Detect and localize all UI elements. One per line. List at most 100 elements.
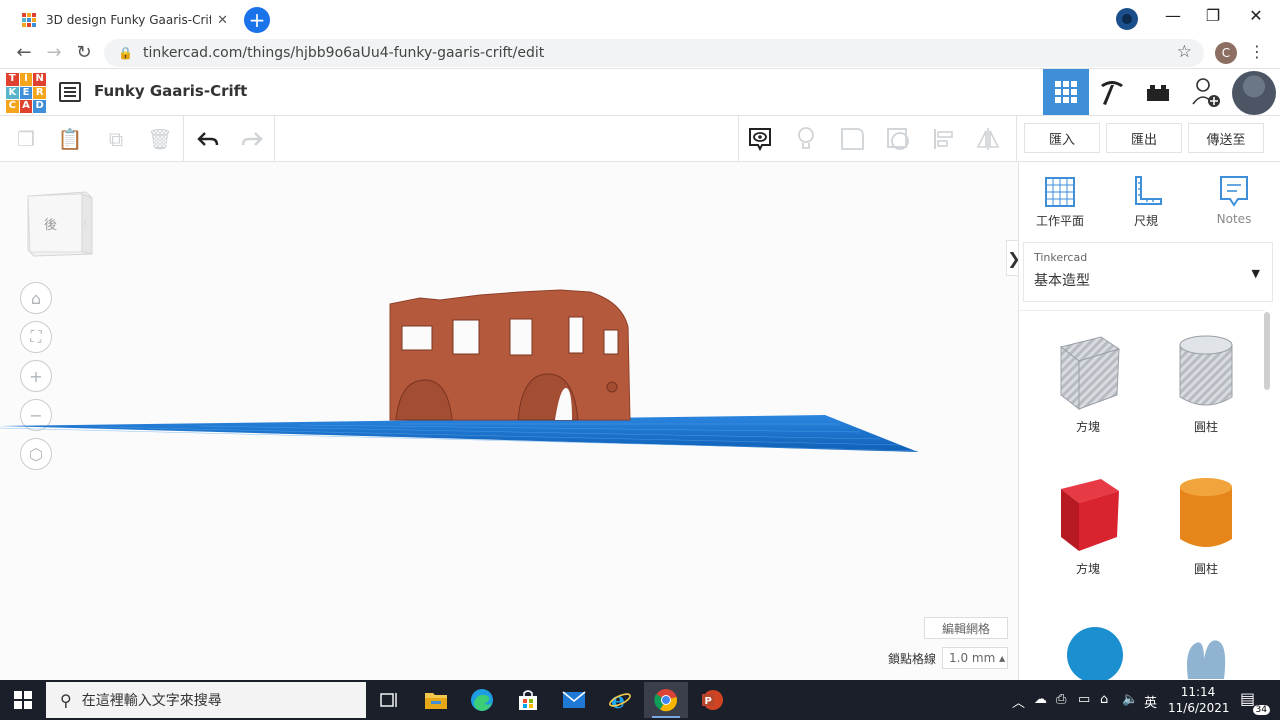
tray-volume-icon[interactable]: 🔈 <box>1122 692 1138 707</box>
tray-battery-icon[interactable]: ▭ <box>1078 692 1090 707</box>
import-button[interactable]: 匯入 <box>1024 123 1100 153</box>
box-shape-icon <box>1061 479 1119 551</box>
snap-grid-label: 鎖點格線 <box>888 652 937 666</box>
shape-label: 方塊 <box>1075 420 1100 434</box>
dropdown-caret-icon: ▼ <box>1251 267 1260 280</box>
logo-letter-3: K <box>6 86 19 100</box>
shape-label: 圓柱 <box>1193 562 1218 576</box>
notification-center-icon[interactable]: ▤ 34 <box>1240 689 1270 715</box>
scribble-shape-icon <box>1187 640 1226 679</box>
sphere-shape-icon <box>1067 627 1123 680</box>
notification-count: 34 <box>1252 705 1270 715</box>
user-avatar[interactable] <box>1232 71 1276 115</box>
notes-icon <box>1220 176 1248 207</box>
back-icon[interactable]: ← <box>12 42 36 63</box>
bricks-button[interactable] <box>1135 69 1181 115</box>
search-placeholder: 在這裡輸入文字來搜尋 <box>81 693 222 709</box>
design-list-icon[interactable] <box>59 82 81 102</box>
close-window-button[interactable]: ✕ <box>1241 6 1271 25</box>
store-icon[interactable] <box>506 682 550 718</box>
ruler-tool[interactable]: 尺規 <box>1111 172 1181 229</box>
taskbar-search[interactable]: ⚲ 在這裡輸入文字來搜尋 <box>46 682 366 718</box>
minimize-button[interactable]: — <box>1158 6 1188 25</box>
send-to-button[interactable]: 傳送至 <box>1188 123 1264 153</box>
tray-chevron-icon[interactable]: ︿ <box>1012 692 1025 711</box>
minecraft-pickaxe-button[interactable] <box>1089 69 1135 115</box>
shape-library-select[interactable]: Tinkercad 基本造型 ▼ <box>1023 242 1273 302</box>
3d-view-grid-button[interactable] <box>1043 69 1089 115</box>
bus-model[interactable] <box>389 289 631 421</box>
undo-icon[interactable] <box>194 125 222 153</box>
ungroup-icon[interactable] <box>884 125 912 153</box>
align-icon[interactable] <box>930 125 958 153</box>
shape-cylinder-hole[interactable]: 圓柱 <box>1161 333 1251 435</box>
shape-sphere[interactable] <box>1043 619 1133 680</box>
show-all-notes-icon[interactable] <box>746 125 774 153</box>
paste-icon[interactable]: 📋 <box>56 125 84 153</box>
workplane-icon <box>1045 177 1075 207</box>
logo-letter-5: R <box>33 86 46 100</box>
tinkercad-logo[interactable]: TIN KER CAD <box>6 73 46 113</box>
restore-button[interactable]: ❐ <box>1198 6 1228 25</box>
invite-user-button[interactable] <box>1183 69 1229 115</box>
tab-close-icon[interactable]: ✕ <box>217 13 228 28</box>
shape-scribble[interactable] <box>1161 619 1251 680</box>
grid-icon <box>1055 81 1077 103</box>
taskbar-clock[interactable]: 11:14 11/6/2021 <box>1168 684 1230 716</box>
address-row: ← → ↻ 🔒 tinkercad.com/things/hjbb9o6aUu4… <box>0 38 1280 68</box>
reload-icon[interactable]: ↻ <box>72 42 96 63</box>
workplane-scene[interactable] <box>0 162 1018 680</box>
mail-icon[interactable] <box>552 682 596 718</box>
group-icon[interactable] <box>838 125 866 153</box>
shape-grid: 方塊 圓柱 方塊 圓柱 <box>1019 310 1265 680</box>
windows-logo-icon <box>14 691 32 709</box>
light-bulb-icon[interactable] <box>792 125 820 153</box>
shape-box[interactable]: 方塊 <box>1043 475 1133 577</box>
browser-profile-avatar[interactable]: C <box>1215 42 1237 64</box>
export-button[interactable]: 匯出 <box>1106 123 1182 153</box>
tray-meet-icon[interactable]: ⎙ <box>1056 692 1066 707</box>
workplane-tool[interactable]: 工作平面 <box>1025 172 1095 229</box>
media-control-icon[interactable] <box>1116 8 1138 30</box>
tray-app-icon[interactable]: ☁ <box>1034 692 1047 707</box>
internet-explorer-icon[interactable]: e <box>598 682 642 718</box>
task-view-icon[interactable] <box>368 682 412 718</box>
copy-icon[interactable]: ❐ <box>12 125 40 153</box>
ime-indicator[interactable]: 英 <box>1144 692 1157 711</box>
snap-grid-select[interactable]: 1.0 mm ▴ <box>942 647 1008 669</box>
delete-icon[interactable]: 🗑 <box>146 125 174 153</box>
workplane-grid[interactable] <box>0 415 918 452</box>
3d-workspace[interactable]: ⫶ 後 ⌂ ⛶ + − ⬡ 編輯網格 鎖點格線 1.0 mm ▴ <box>0 162 1018 680</box>
powerpoint-icon[interactable]: P <box>690 682 734 718</box>
address-bar[interactable]: 🔒 tinkercad.com/things/hjbb9o6aUu4-funky… <box>104 39 1204 67</box>
chrome-icon[interactable] <box>644 682 688 718</box>
tinkercad-favicon-icon <box>22 13 36 27</box>
tab-title: 3D design Funky Gaaris-Crift | T <box>46 13 212 27</box>
logo-letter-7: A <box>19 100 33 113</box>
new-tab-button[interactable]: + <box>244 7 270 33</box>
file-explorer-icon[interactable] <box>414 682 458 718</box>
edit-toolbar: ❐ 📋 ⧉ 🗑 匯入 匯出 傳送至 <box>0 116 1280 162</box>
edit-grid-button[interactable]: 編輯網格 <box>924 617 1008 639</box>
project-title[interactable]: Funky Gaaris-Crift <box>94 82 247 100</box>
bookmark-star-icon[interactable]: ☆ <box>1177 42 1192 62</box>
browser-tab[interactable]: 3D design Funky Gaaris-Crift | T ✕ <box>12 4 238 36</box>
logo-letter-0: T <box>6 73 19 86</box>
browser-menu-icon[interactable]: ⋮ <box>1249 42 1265 61</box>
shape-box-hole[interactable]: 方塊 <box>1043 333 1133 435</box>
tray-network-icon[interactable]: ⌂ <box>1100 692 1108 707</box>
add-user-icon <box>1192 78 1220 107</box>
shape-label: 方塊 <box>1075 562 1100 576</box>
start-button[interactable] <box>0 680 46 720</box>
workplane-label: 工作平面 <box>1035 214 1084 228</box>
redo-icon[interactable] <box>238 125 266 153</box>
panel-scrollbar[interactable] <box>1264 312 1270 390</box>
clock-date: 11/6/2021 <box>1168 701 1230 715</box>
shapes-panel: 工作平面 尺規 Notes Tinkercad 基本造型 ▼ 方塊 圓柱 方塊 … <box>1018 162 1280 680</box>
shape-cylinder[interactable]: 圓柱 <box>1161 475 1251 577</box>
mirror-icon[interactable] <box>974 125 1002 153</box>
notes-tool[interactable]: Notes <box>1199 172 1269 226</box>
edge-icon[interactable] <box>460 682 504 718</box>
forward-icon[interactable]: → <box>42 42 66 63</box>
duplicate-icon[interactable]: ⧉ <box>102 125 130 153</box>
